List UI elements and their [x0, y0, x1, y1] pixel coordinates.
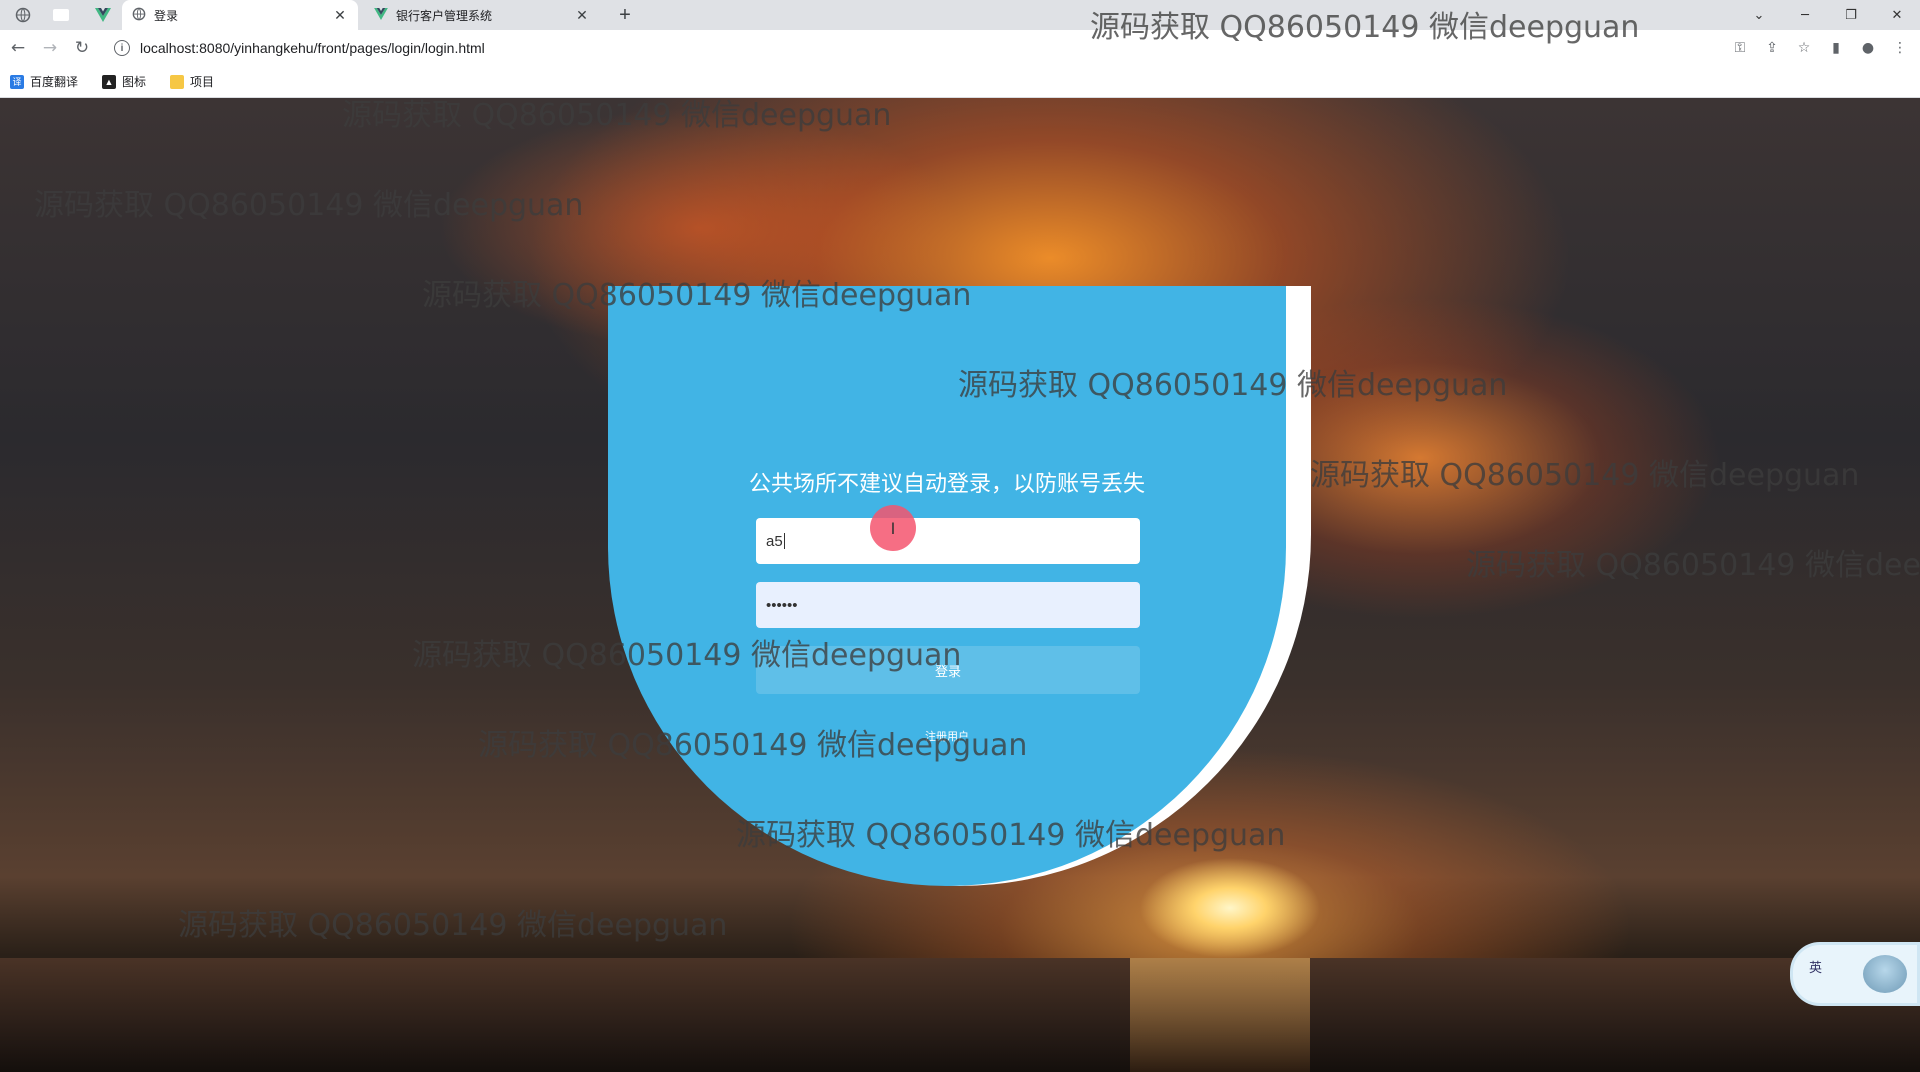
close-window-icon[interactable]: ✕ — [1874, 0, 1920, 30]
translate-icon: 译 — [10, 74, 24, 89]
sidepanel-icon[interactable]: ▮ — [1824, 36, 1848, 60]
url-text: localhost:8080/yinhangkehu/front/pages/l… — [140, 40, 485, 56]
watermark: 源码获取 QQ86050149 微信deepguan — [34, 188, 584, 223]
password-input[interactable]: •••••• — [756, 582, 1140, 628]
star-icon[interactable]: ☆ — [1792, 36, 1816, 60]
reload-icon[interactable]: ↻ — [70, 36, 94, 60]
vue-icon — [374, 7, 388, 23]
browser-toolbar: ← → ↻ i localhost:8080/yinhangkehu/front… — [0, 30, 1920, 66]
bookmark-label: 图标 — [122, 75, 147, 89]
window-controls: ⌄ ─ ❐ ✕ — [1736, 0, 1920, 30]
text-caret — [783, 533, 785, 549]
page-background: 公共场所不建议自动登录，以防账号丢失 a5 •••••• 登录 注册用户 I 源… — [0, 98, 1920, 1072]
bookmark-project[interactable]: 项目 — [170, 73, 214, 90]
vue-icon[interactable] — [88, 0, 118, 30]
forward-icon[interactable]: → — [38, 36, 62, 60]
browser-tabstrip: 登录 ✕ 银行客户管理系统 ✕ + ⌄ ─ ❐ ✕ — [0, 0, 1920, 30]
bookmark-baidu-translate[interactable]: 译 百度翻译 — [10, 73, 78, 90]
blank-tab-icon[interactable] — [46, 0, 76, 30]
tab-title: 登录 — [154, 8, 179, 23]
login-button[interactable]: 登录 — [756, 646, 1140, 694]
back-icon[interactable]: ← — [6, 36, 30, 60]
sea — [0, 958, 1920, 1072]
ime-language-label: 英 — [1809, 961, 1823, 976]
chevron-down-icon[interactable]: ⌄ — [1736, 0, 1782, 30]
image-icon: ▲ — [102, 74, 117, 89]
address-bar[interactable]: i localhost:8080/yinhangkehu/front/pages… — [108, 34, 1728, 62]
folder-icon — [170, 74, 185, 89]
watermark: 源码获取 QQ86050149 微信deepguan — [1310, 458, 1860, 493]
bookmarks-bar: 译 百度翻译 ▲ 图标 项目 — [0, 66, 1920, 98]
username-value: a5 — [766, 532, 783, 550]
bookmark-label: 项目 — [190, 75, 215, 89]
bookmark-label: 百度翻译 — [30, 75, 79, 89]
text-cursor-icon: I — [890, 518, 896, 538]
globe-icon — [132, 7, 146, 24]
share-icon[interactable]: ⇪ — [1760, 36, 1784, 60]
username-input[interactable]: a5 — [756, 518, 1140, 564]
cursor-highlight: I — [870, 505, 916, 551]
new-tab-button[interactable]: + — [612, 0, 638, 30]
toolbar-actions: ⚿ ⇪ ☆ ▮ ● ⋮ — [1728, 36, 1912, 60]
globe-icon[interactable] — [8, 0, 38, 30]
bookmark-icons[interactable]: ▲ 图标 — [102, 73, 146, 90]
key-icon[interactable]: ⚿ — [1728, 36, 1752, 60]
close-icon[interactable]: ✕ — [332, 7, 348, 24]
profile-icon[interactable]: ● — [1856, 36, 1880, 60]
menu-icon[interactable]: ⋮ — [1888, 36, 1912, 60]
restore-icon[interactable]: ❐ — [1828, 0, 1874, 30]
minimize-icon[interactable]: ─ — [1782, 0, 1828, 30]
watermark: 源码获取 QQ86050149 微信deepguan — [342, 98, 892, 133]
watermark: 源码获取 QQ86050149 微信deepguan — [1466, 548, 1920, 583]
tab-bank-system[interactable]: 银行客户管理系统 ✕ — [364, 0, 600, 30]
login-notice: 公共场所不建议自动登录，以防账号丢失 — [748, 472, 1145, 497]
ime-widget[interactable]: 英 — [1790, 942, 1920, 1006]
tab-login[interactable]: 登录 ✕ — [122, 0, 358, 30]
register-link[interactable]: 注册用户 — [608, 728, 1286, 744]
close-icon[interactable]: ✕ — [574, 7, 590, 24]
ime-mascot-icon — [1863, 955, 1907, 993]
watermark: 源码获取 QQ86050149 微信deepguan — [178, 908, 728, 943]
sun-reflection — [1130, 958, 1310, 1072]
info-icon[interactable]: i — [114, 40, 130, 56]
password-value: •••••• — [766, 596, 798, 614]
tab-title: 银行客户管理系统 — [396, 8, 493, 23]
